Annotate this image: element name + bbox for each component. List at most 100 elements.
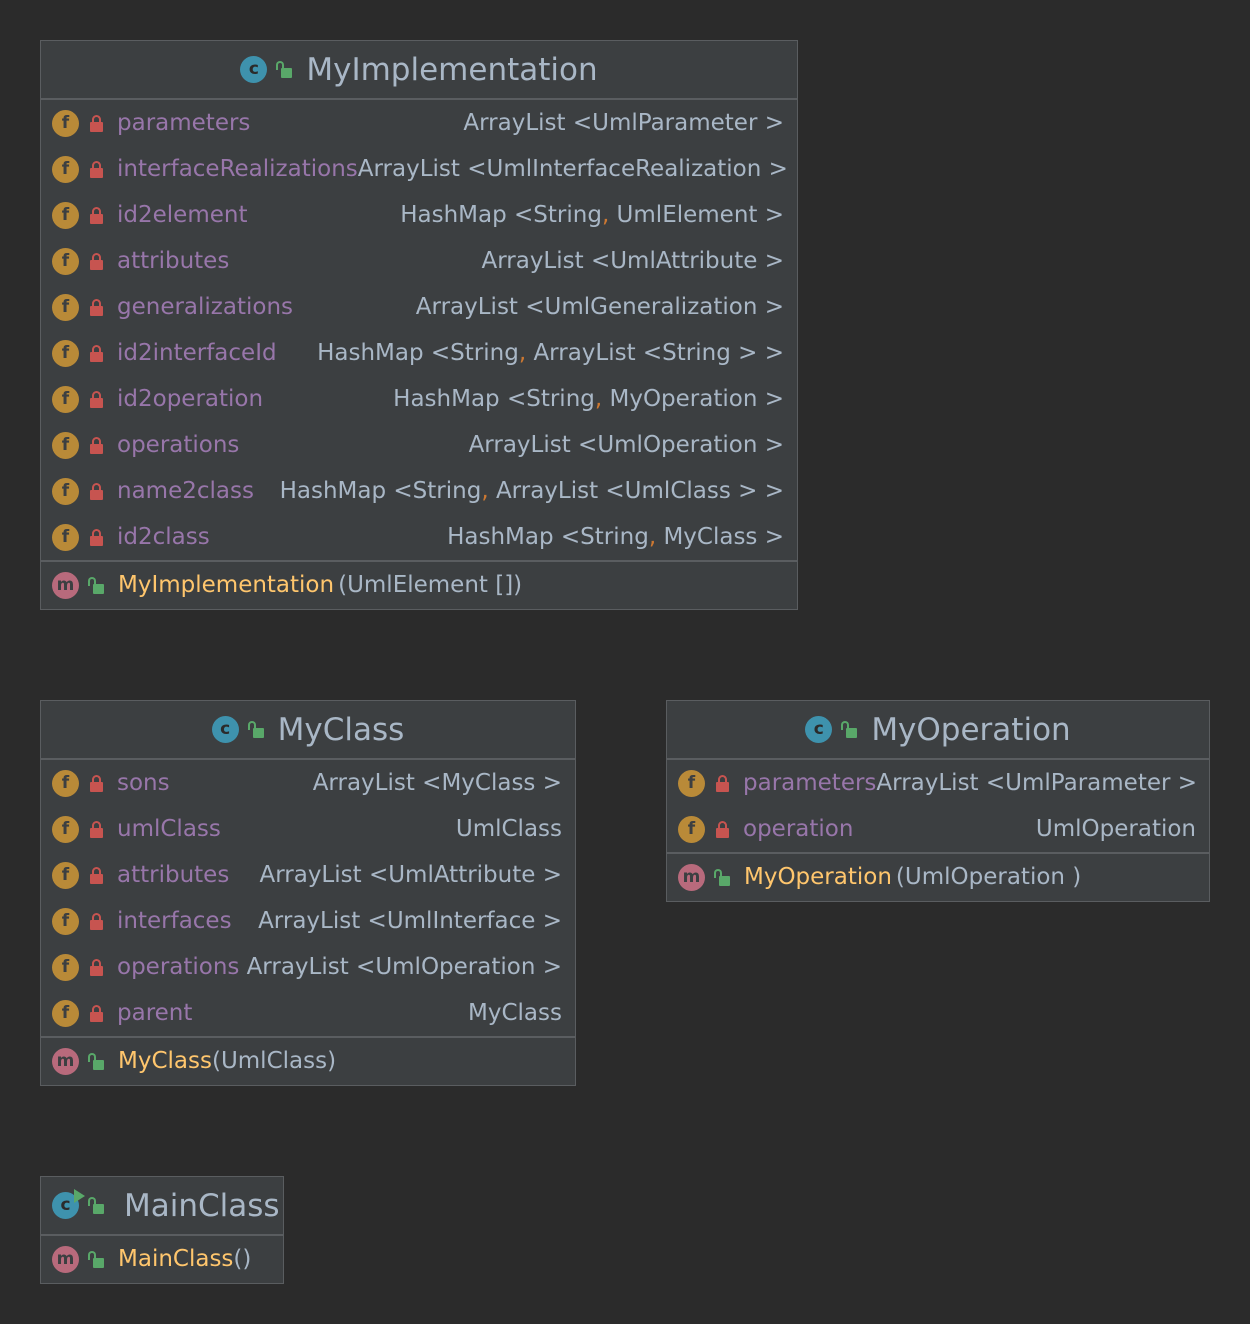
- public-lock-icon: [88, 1250, 104, 1268]
- field-row[interactable]: f operations ArrayList <UmlOperation >: [41, 422, 797, 468]
- public-lock-icon: [247, 721, 264, 738]
- field-type-part: HashMap <String: [400, 202, 602, 228]
- class-title: MainClass: [124, 1187, 280, 1224]
- field-icon: f: [52, 769, 79, 797]
- field-type: HashMap <String, ArrayList <String > >: [317, 340, 784, 366]
- public-lock-icon: [88, 576, 104, 594]
- field-type: UmlOperation: [1035, 816, 1196, 842]
- field-type: MyClass: [468, 1000, 562, 1026]
- field-icon: f: [52, 907, 79, 935]
- private-lock-icon: [90, 160, 103, 178]
- field-type-part: MyClass >: [656, 524, 784, 550]
- method-args: (UmlElement []): [338, 572, 523, 598]
- field-row[interactable]: f name2class HashMap <String, ArrayList …: [41, 468, 797, 514]
- field-type: ArrayList <MyClass >: [312, 770, 562, 796]
- field-name: operations: [117, 954, 240, 980]
- field-name: id2class: [117, 524, 210, 550]
- field-name: sons: [117, 770, 170, 796]
- field-row[interactable]: f attributes ArrayList <UmlAttribute >: [41, 852, 575, 898]
- field-type: ArrayList <UmlAttribute >: [259, 862, 562, 888]
- field-row[interactable]: f id2element HashMap <String, UmlElement…: [41, 192, 797, 238]
- private-lock-icon: [90, 1004, 103, 1022]
- field-row[interactable]: f attributes ArrayList <UmlAttribute >: [41, 238, 797, 284]
- method-args: (UmlOperation ): [895, 864, 1082, 890]
- field-icon: f: [52, 155, 79, 183]
- class-header[interactable]: c MainClass: [41, 1177, 283, 1236]
- field-type: HashMap <String, UmlElement >: [400, 202, 784, 228]
- field-type: ArrayList <UmlAttribute >: [481, 248, 784, 274]
- field-type-part: HashMap <String: [393, 386, 595, 412]
- field-name: interfaceRealizations: [117, 156, 358, 182]
- run-icon: [74, 1189, 85, 1203]
- class-title: MyImplementation: [306, 51, 598, 88]
- method-row[interactable]: m MyOperation (UmlOperation ): [667, 854, 1209, 900]
- field-row[interactable]: f operations ArrayList <UmlOperation >: [41, 944, 575, 990]
- field-icon: f: [678, 815, 705, 843]
- field-row[interactable]: f id2operation HashMap <String, MyOperat…: [41, 376, 797, 422]
- method-icon: m: [678, 863, 705, 891]
- field-name: operations: [117, 432, 240, 458]
- private-lock-icon: [90, 436, 103, 454]
- field-row[interactable]: f umlClass UmlClass: [41, 806, 575, 852]
- methods-section: m MainClass (): [41, 1236, 283, 1282]
- method-name: MyClass: [118, 1048, 212, 1074]
- field-row[interactable]: f interfaces ArrayList <UmlInterface >: [41, 898, 575, 944]
- field-icon: f: [52, 385, 79, 413]
- method-row[interactable]: m MyClass (UmlClass): [41, 1038, 575, 1084]
- method-row[interactable]: m MainClass (): [41, 1236, 283, 1282]
- field-type: ArrayList <UmlParameter >: [876, 770, 1198, 796]
- field-type-part: HashMap <String: [447, 524, 649, 550]
- method-args: (UmlClass): [211, 1048, 337, 1074]
- fields-section: f sons ArrayList <MyClass > f umlClass U…: [41, 760, 575, 1038]
- field-name: name2class: [117, 478, 254, 504]
- field-row[interactable]: f interfaceRealizations ArrayList <UmlIn…: [41, 146, 797, 192]
- class-box-myimplementation[interactable]: c MyImplementation f parameters ArrayLis…: [40, 40, 798, 610]
- private-lock-icon: [90, 820, 103, 838]
- private-lock-icon: [716, 820, 729, 838]
- method-name: MyImplementation: [118, 572, 335, 598]
- field-row[interactable]: f operation UmlOperation: [667, 806, 1209, 852]
- private-lock-icon: [90, 390, 103, 408]
- class-header[interactable]: c MyClass: [41, 701, 575, 760]
- method-row[interactable]: m MyImplementation (UmlElement []): [41, 562, 797, 608]
- field-row[interactable]: f generalizations ArrayList <UmlGenerali…: [41, 284, 797, 330]
- class-icon: c: [240, 56, 268, 83]
- field-row[interactable]: f id2class HashMap <String, MyClass >: [41, 514, 797, 560]
- field-row[interactable]: f parameters ArrayList <UmlParameter >: [667, 760, 1209, 806]
- private-lock-icon: [90, 344, 103, 362]
- public-lock-icon: [841, 721, 858, 738]
- method-icon: m: [52, 1245, 79, 1273]
- field-type-part: HashMap <String: [317, 340, 519, 366]
- field-row[interactable]: f parameters ArrayList <UmlParameter >: [41, 100, 797, 146]
- private-lock-icon: [90, 114, 103, 132]
- private-lock-icon: [90, 958, 103, 976]
- public-lock-icon: [714, 868, 730, 886]
- field-icon: f: [52, 339, 79, 367]
- main-class-icon: c: [52, 1189, 85, 1219]
- field-name: operation: [743, 816, 854, 842]
- field-type: ArrayList <UmlParameter >: [463, 110, 784, 136]
- field-type-part: ArrayList <String > >: [526, 340, 784, 366]
- field-icon: f: [52, 523, 79, 551]
- method-icon: m: [52, 571, 79, 599]
- field-type-part: UmlElement >: [609, 202, 784, 228]
- public-lock-icon: [276, 61, 293, 78]
- class-header[interactable]: c MyOperation: [667, 701, 1209, 760]
- field-type: UmlClass: [455, 816, 562, 842]
- methods-section: m MyClass (UmlClass): [41, 1038, 575, 1084]
- field-row[interactable]: f parent MyClass: [41, 990, 575, 1036]
- class-box-mainclass[interactable]: c MainClass m MainClass (): [40, 1176, 284, 1284]
- method-name: MyOperation: [744, 864, 892, 890]
- class-header[interactable]: c MyImplementation: [41, 41, 797, 100]
- field-name: parameters: [117, 110, 251, 136]
- field-name: id2operation: [117, 386, 264, 412]
- field-icon: f: [52, 431, 79, 459]
- field-type: ArrayList <UmlOperation >: [468, 432, 784, 458]
- class-box-myoperation[interactable]: c MyOperation f parameters ArrayList <Um…: [666, 700, 1210, 902]
- field-type: HashMap <String, MyClass >: [447, 524, 784, 550]
- field-row[interactable]: f id2interfaceId HashMap <String, ArrayL…: [41, 330, 797, 376]
- field-row[interactable]: f sons ArrayList <MyClass >: [41, 760, 575, 806]
- private-lock-icon: [90, 912, 103, 930]
- class-box-myclass[interactable]: c MyClass f sons ArrayList <MyClass > f …: [40, 700, 576, 1086]
- field-type: ArrayList <UmlOperation >: [246, 954, 562, 980]
